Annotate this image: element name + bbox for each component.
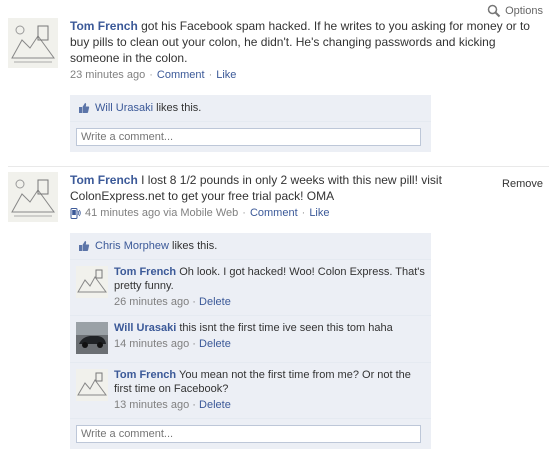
comment-author-link[interactable]: Tom French	[114, 369, 176, 381]
feedback-box: Will Urasaki likes this.	[70, 95, 431, 152]
comment-author-link[interactable]: Will Urasaki	[114, 322, 176, 334]
story-divider	[8, 166, 549, 167]
mobile-phone-icon	[70, 207, 81, 219]
delete-link[interactable]: Delete	[199, 399, 231, 411]
delete-link[interactable]: Delete	[199, 338, 231, 350]
separator: ·	[208, 69, 213, 81]
separator: ·	[149, 69, 153, 81]
delete-link[interactable]: Delete	[199, 296, 231, 308]
comment-author-link[interactable]: Tom French	[114, 266, 176, 278]
comment-link[interactable]: Comment	[157, 68, 205, 82]
timestamp[interactable]: 41 minutes ago via Mobile Web	[85, 206, 238, 220]
comment-text: Will Urasaki this isnt the first time iv…	[114, 322, 393, 334]
write-comment-box	[70, 122, 431, 152]
options-button[interactable]: Options	[487, 4, 543, 18]
avatar[interactable]	[76, 322, 108, 354]
timestamp[interactable]: 26 minutes ago	[114, 296, 189, 308]
timestamp[interactable]: 14 minutes ago	[114, 338, 189, 350]
avatar[interactable]	[76, 266, 108, 298]
comment-link[interactable]: Comment	[250, 206, 298, 220]
comment-input[interactable]	[76, 425, 421, 443]
comment-item: Tom French You mean not the first time f…	[70, 363, 431, 419]
feedback-box: Chris Morphew likes this. Tom French Oh …	[70, 233, 431, 449]
timestamp[interactable]: 23 minutes ago	[70, 68, 145, 82]
comment-text: Tom French Oh look. I got hacked! Woo! C…	[114, 266, 425, 292]
likes-text: Will Urasaki likes this.	[95, 102, 202, 114]
liker-link[interactable]: Chris Morphew	[95, 240, 169, 252]
feed-story: Tom French I lost 8 1/2 pounds in only 2…	[8, 172, 543, 232]
story-meta: 41 minutes ago via Mobile Web · Comment …	[70, 206, 473, 220]
avatar[interactable]	[8, 172, 58, 222]
likes-text: Chris Morphew likes this.	[95, 240, 218, 252]
likes-row: Will Urasaki likes this.	[70, 95, 431, 122]
thumbs-up-icon	[79, 241, 90, 251]
comment-meta: 14 minutes ago · Delete	[114, 337, 425, 351]
thumbs-up-icon	[79, 103, 90, 113]
comment-meta: 26 minutes ago · Delete	[114, 295, 425, 309]
write-comment-box	[70, 419, 431, 449]
likes-row: Chris Morphew likes this.	[70, 233, 431, 260]
timestamp[interactable]: 13 minutes ago	[114, 399, 189, 411]
avatar[interactable]	[76, 369, 108, 401]
remove-button[interactable]: Remove	[502, 178, 543, 190]
story-meta: 23 minutes ago · Comment · Like	[70, 68, 543, 82]
story-message: Tom French got his Facebook spam hacked.…	[70, 19, 530, 65]
comment-text: Tom French You mean not the first time f…	[114, 369, 411, 395]
comment-input[interactable]	[76, 128, 421, 146]
separator: ·	[192, 338, 196, 350]
comment-item: Tom French Oh look. I got hacked! Woo! C…	[70, 260, 431, 316]
magnifier-icon	[487, 4, 501, 18]
liker-link[interactable]: Will Urasaki	[95, 102, 153, 114]
avatar[interactable]	[8, 18, 58, 68]
author-link[interactable]: Tom French	[70, 173, 138, 187]
comment-meta: 13 minutes ago · Delete	[114, 398, 425, 412]
comment-item: Will Urasaki this isnt the first time iv…	[70, 316, 431, 363]
separator: ·	[192, 296, 196, 308]
separator: ·	[301, 207, 306, 219]
like-link[interactable]: Like	[216, 68, 236, 82]
options-label: Options	[505, 5, 543, 17]
author-link[interactable]: Tom French	[70, 19, 138, 33]
separator: ·	[242, 207, 246, 219]
story-message: Tom French I lost 8 1/2 pounds in only 2…	[70, 173, 442, 203]
separator: ·	[192, 399, 196, 411]
like-link[interactable]: Like	[309, 206, 329, 220]
